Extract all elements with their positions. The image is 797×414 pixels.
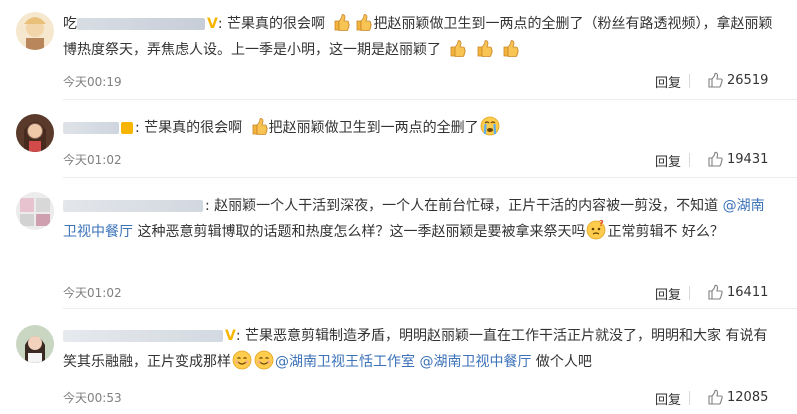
username[interactable] (63, 120, 121, 136)
comment-item: V: 芒果恶意剪辑制造矛盾，明明赵丽颖一直在工作干活正片就没了，明明和大家 有说… (0, 309, 797, 414)
reply-button[interactable]: 回复 (655, 72, 681, 91)
comment-item: : 赵丽颖一个人干活到深夜，一个人在前台忙碌，正片干活的内容被一剪没，不知道 @… (0, 178, 797, 309)
separator (689, 153, 690, 167)
like-count: 12085 (727, 390, 769, 405)
thumbs-up-emoji-icon (357, 14, 373, 31)
avatar[interactable] (16, 12, 54, 50)
username[interactable]: 吃 (63, 16, 207, 32)
reply-button[interactable]: 回复 (655, 151, 681, 170)
comment-timestamp: 今天01:02 (63, 286, 122, 300)
avatar[interactable] (16, 192, 54, 230)
like-count: 19431 (727, 152, 769, 167)
separator (689, 391, 690, 405)
mention-link[interactable]: @湖南卫视王恬工作室 (275, 354, 415, 370)
reply-button[interactable]: 回复 (655, 284, 681, 303)
like-count: 26519 (727, 73, 769, 88)
thumbs-up-emoji-icon (335, 14, 351, 31)
smiling-face-emoji-icon (232, 350, 252, 370)
like-button[interactable]: 26519 (708, 72, 768, 88)
like-button[interactable]: 16411 (708, 284, 768, 300)
comment-timestamp: 今天00:19 (63, 75, 122, 89)
separator (689, 286, 690, 300)
crying-face-emoji-icon (479, 116, 500, 136)
username[interactable] (63, 198, 205, 214)
comment-timestamp: 今天00:53 (63, 391, 122, 405)
thumbs-up-emoji-icon (503, 40, 520, 57)
smiling-face-emoji-icon (254, 350, 274, 370)
like-icon (708, 72, 723, 88)
comment-item: 吃 V: 芒果真的很会啊 把赵丽颖做卫生到一两点的全删了（粉丝有路透视频），拿赵丽… (0, 0, 797, 100)
comment-timestamp: 今天01:02 (63, 153, 122, 167)
like-icon (708, 151, 723, 167)
verified-badge-icon (121, 122, 133, 134)
confused-face-emoji-icon (586, 220, 607, 240)
like-icon (708, 284, 723, 300)
avatar[interactable] (16, 325, 54, 363)
comment-item: : 芒果真的很会啊 把赵丽颖做卫生到一两点的全删了 今天01:02 回复 194… (0, 100, 797, 178)
reply-button[interactable]: 回复 (655, 389, 681, 408)
like-icon (708, 389, 723, 405)
thumbs-up-emoji-icon (252, 118, 268, 135)
username[interactable] (63, 328, 225, 344)
thumbs-up-emoji-icon (477, 40, 493, 57)
comment-text: : 芒果真的很会啊 把赵丽颖做卫生到一两点的全删了 (63, 115, 773, 141)
separator (689, 74, 690, 88)
comment-text: : 赵丽颖一个人干活到深夜，一个人在前台忙碌，正片干活的内容被一剪没，不知道 @… (63, 198, 765, 240)
verified-badge-icon: V (207, 16, 218, 32)
like-count: 16411 (727, 285, 769, 300)
verified-badge-icon: V (225, 328, 236, 344)
like-button[interactable]: 19431 (708, 151, 768, 167)
like-button[interactable]: 12085 (708, 389, 768, 405)
mention-link[interactable]: @湖南卫视中餐厅 (419, 354, 531, 370)
thumbs-up-emoji-icon (451, 40, 467, 57)
comment-text: 吃 V: 芒果真的很会啊 把赵丽颖做卫生到一两点的全删了（粉丝有路透视频），拿赵丽… (63, 11, 773, 63)
comment-text: V: 芒果恶意剪辑制造矛盾，明明赵丽颖一直在工作干活正片就没了，明明和大家 有说… (63, 328, 768, 370)
avatar[interactable] (16, 114, 54, 152)
